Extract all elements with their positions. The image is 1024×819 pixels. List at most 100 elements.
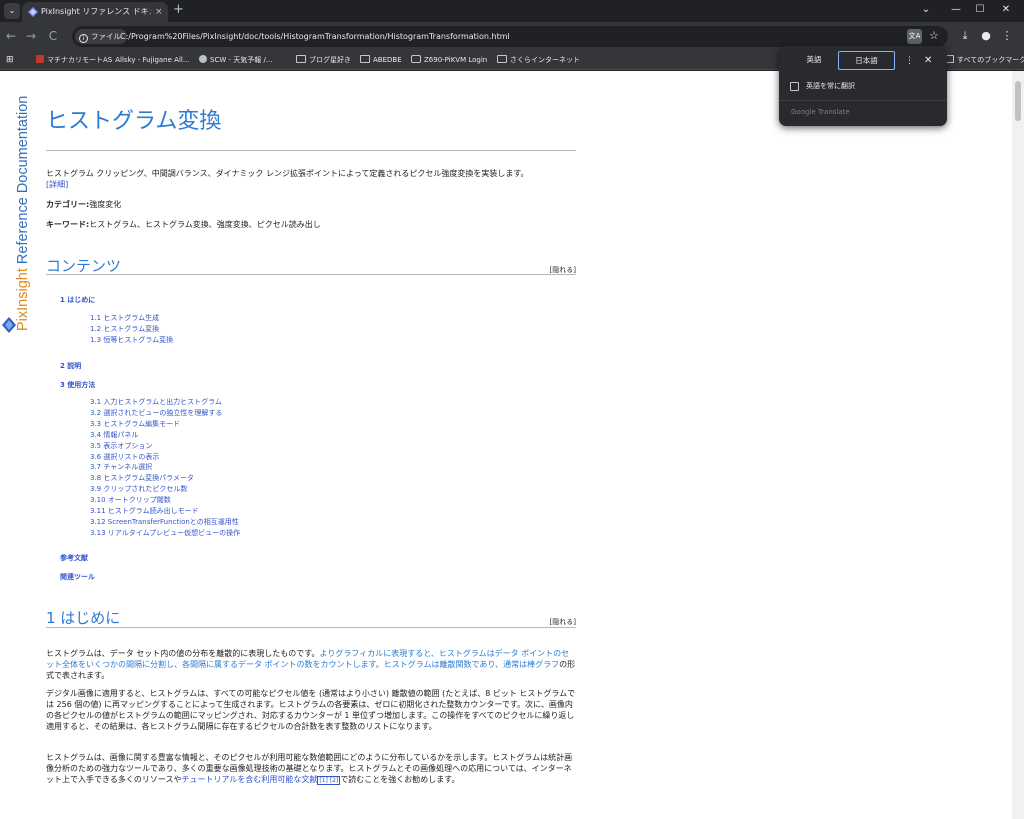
toc-link[interactable]: 3.10 オートクリップ閾数 bbox=[90, 495, 240, 506]
bookmark-item[interactable]: Z690-PiKVM Login bbox=[411, 53, 487, 67]
toc-link[interactable]: 3.7 チャンネル選択 bbox=[90, 462, 240, 473]
profile-icon[interactable]: ● bbox=[978, 28, 994, 44]
folder-icon bbox=[360, 55, 370, 63]
tab-strip: ⌄ PixInsight リファレンス ドキュメント | × + ⌄ — ☐ ✕ bbox=[0, 0, 1024, 22]
bookmark-label: さくらインターネット bbox=[510, 56, 580, 64]
folder-icon bbox=[296, 55, 306, 63]
toc-link[interactable]: 1.3 恒等ヒストグラム変換 bbox=[90, 335, 173, 346]
toc-link[interactable]: 3.6 選択リストの表示 bbox=[90, 452, 240, 463]
tab-search-icon[interactable]: ⌄ bbox=[4, 3, 20, 19]
toc-link[interactable]: 3.1 入力ヒストグラムと出力ヒストグラム bbox=[90, 397, 240, 408]
tab-list-icon[interactable]: ⌄ bbox=[916, 2, 936, 18]
apps-icon[interactable]: ⊞ bbox=[6, 53, 14, 67]
category-label: カテゴリー: bbox=[46, 200, 90, 209]
translate-popup: 英語 日本語 ⋮ ✕ 英語を常に翻訳 Google Translate bbox=[779, 46, 947, 126]
bookmark-folder[interactable]: ABEDBE bbox=[360, 53, 402, 67]
paragraph-2: デジタル画像に適用すると、ヒストグラムは、すべての可能なピクセル値を (通常はよ… bbox=[46, 689, 576, 731]
bookmark-folder[interactable]: さくらインターネット bbox=[497, 53, 580, 67]
bookmark-folder[interactable]: ブログ星好き bbox=[296, 53, 351, 67]
translate-icon[interactable]: 文A bbox=[907, 29, 922, 44]
toc-subitems-3: 3.1 入力ヒストグラムと出力ヒストグラム 3.2 選択されたビューの独立性を理… bbox=[90, 397, 240, 539]
scrollbar-thumb[interactable] bbox=[1015, 81, 1021, 121]
toc-link[interactable]: 1.2 ヒストグラム変換 bbox=[90, 324, 173, 335]
address-bar[interactable]: i ファイル C:/Program%20Files/PixInsight/doc/… bbox=[72, 26, 948, 47]
toc-item-2[interactable]: 2 説明 bbox=[60, 361, 81, 372]
toc-link[interactable]: 3.8 ヒストグラム変換パラメータ bbox=[90, 473, 240, 484]
bookmark-favicon-icon bbox=[411, 55, 421, 63]
reload-icon[interactable]: C bbox=[45, 28, 61, 44]
folder-icon bbox=[497, 55, 507, 63]
bookmark-label: Allsky - Fujigane All... bbox=[115, 56, 190, 64]
tab-title: PixInsight リファレンス ドキュメント | bbox=[41, 7, 151, 16]
always-translate-checkbox[interactable] bbox=[790, 82, 799, 91]
bookmark-label: ブログ星好き bbox=[309, 56, 351, 64]
paragraph-1: ヒストグラムは、データ セット内の値の分布を離散的に表現したものです。よりグラフ… bbox=[46, 648, 576, 681]
paragraph-3: ヒストグラムは、画像に関する豊富な情報と、そのピクセルが利用可能な数値範囲にどの… bbox=[46, 752, 576, 785]
tab-close-icon[interactable]: × bbox=[155, 5, 163, 19]
lang-source-tab[interactable]: 英語 bbox=[795, 51, 833, 70]
contents-divider bbox=[46, 274, 576, 275]
brand-prefix: PixInsight bbox=[15, 268, 31, 331]
download-icon[interactable]: ⤓ bbox=[957, 28, 973, 44]
bookmark-label: すべてのブックマーク bbox=[957, 56, 1024, 64]
new-tab-icon[interactable]: + bbox=[173, 2, 184, 18]
side-brand-text: PixInsight Reference Documentation bbox=[15, 96, 31, 331]
forward-icon[interactable]: → bbox=[23, 28, 39, 44]
menu-icon[interactable]: ⋮ bbox=[999, 28, 1015, 44]
toc-link[interactable]: 1.1 ヒストグラム生成 bbox=[90, 313, 173, 324]
bookmark-label: SCW - 天気予報 /... bbox=[210, 56, 273, 64]
category-line: カテゴリー:強度変化 bbox=[46, 199, 576, 210]
title-divider bbox=[46, 150, 576, 151]
url-text[interactable]: C:/Program%20Files/PixInsight/doc/tools/… bbox=[120, 29, 510, 44]
info-icon: i bbox=[79, 34, 88, 43]
page-scrollbar[interactable] bbox=[1012, 71, 1024, 819]
pixinsight-favicon-icon bbox=[28, 7, 38, 17]
toc-link[interactable]: 3.3 ヒストグラム編集モード bbox=[90, 419, 240, 430]
bookmark-favicon-icon: AS bbox=[103, 56, 113, 64]
chip-label: ファイル bbox=[91, 32, 121, 41]
para1-a: ヒストグラムは、 bbox=[46, 649, 110, 658]
section-1-hide-link[interactable]: [隠れる] bbox=[550, 617, 576, 627]
tab-active[interactable]: PixInsight リファレンス ドキュメント | × bbox=[22, 2, 168, 22]
toc-references[interactable]: 参考文献 bbox=[60, 553, 88, 564]
page-title: ヒストグラム変換 bbox=[46, 109, 222, 134]
toc-link[interactable]: 3.13 リアルタイムプレビュー仮想ビューの操作 bbox=[90, 528, 240, 539]
toc-link[interactable]: 3.5 表示オプション bbox=[90, 441, 240, 452]
toc-subitems-1: 1.1 ヒストグラム生成 1.2 ヒストグラム変換 1.3 恒等ヒストグラム変換 bbox=[90, 313, 173, 346]
window-close-icon[interactable]: ✕ bbox=[996, 2, 1016, 18]
bookmark-item[interactable]: SCW - 天気予報 /... bbox=[199, 53, 273, 67]
always-translate-label: 英語を常に翻訳 bbox=[806, 82, 855, 90]
bookmark-item[interactable]: マチナカリモート bbox=[36, 53, 103, 67]
page-content: PixInsight Reference Documentation ヒストグラ… bbox=[0, 71, 1012, 819]
minimize-icon[interactable]: — bbox=[946, 2, 966, 18]
toc-link[interactable]: 3.11 ヒストグラム読み出しモード bbox=[90, 506, 240, 517]
keywords-label: キーワード: bbox=[46, 220, 90, 229]
translate-menu-icon[interactable]: ⋮ bbox=[905, 54, 914, 68]
toc-item-1[interactable]: 1 はじめに bbox=[60, 295, 95, 306]
toc-item-3[interactable]: 3 使用方法 bbox=[60, 380, 95, 391]
citation-link[interactable]: [1] [2] bbox=[317, 776, 341, 785]
bookmark-favicon-icon bbox=[36, 55, 44, 63]
bookmark-label: マチナカリモート bbox=[47, 56, 103, 64]
browser-window: ⌄ PixInsight リファレンス ドキュメント | × + ⌄ — ☐ ✕… bbox=[0, 0, 1024, 819]
maximize-icon[interactable]: ☐ bbox=[970, 2, 990, 18]
toc-link[interactable]: 3.2 選択されたビューの独立性を理解する bbox=[90, 408, 240, 419]
literature-link[interactable]: チュートリアルを含む利用可能な文献 bbox=[181, 775, 317, 784]
toc-link[interactable]: 3.12 ScreenTransferFunctionとの相互運用性 bbox=[90, 517, 240, 528]
bookmark-item[interactable]: AS Allsky - Fujigane All... bbox=[103, 53, 190, 67]
lang-target-tab[interactable]: 日本語 bbox=[838, 51, 895, 70]
section-1-divider bbox=[46, 627, 576, 628]
back-icon[interactable]: ← bbox=[3, 28, 19, 44]
details-link[interactable]: [詳細] bbox=[46, 180, 68, 189]
translate-close-icon[interactable]: ✕ bbox=[924, 54, 932, 68]
contents-heading: コンテンツ bbox=[46, 257, 122, 275]
all-bookmarks[interactable]: すべてのブックマーク bbox=[946, 53, 1024, 67]
toc-related-tools[interactable]: 関連ツール bbox=[60, 572, 95, 583]
google-translate-brand: Google Translate bbox=[791, 108, 850, 116]
toc-link[interactable]: 3.9 クリップされたピクセル数 bbox=[90, 484, 240, 495]
bookmark-star-icon[interactable]: ☆ bbox=[929, 28, 939, 44]
category-value: 強度変化 bbox=[89, 200, 122, 209]
para1-b: データ セット内の値の分布を離散的に表現したものです。 bbox=[109, 649, 320, 658]
intro-text: ヒストグラム クリッピング、中間調バランス、ダイナミック レンジ拡張ポイントによ… bbox=[46, 168, 576, 190]
toc-link[interactable]: 3.4 情報パネル bbox=[90, 430, 240, 441]
